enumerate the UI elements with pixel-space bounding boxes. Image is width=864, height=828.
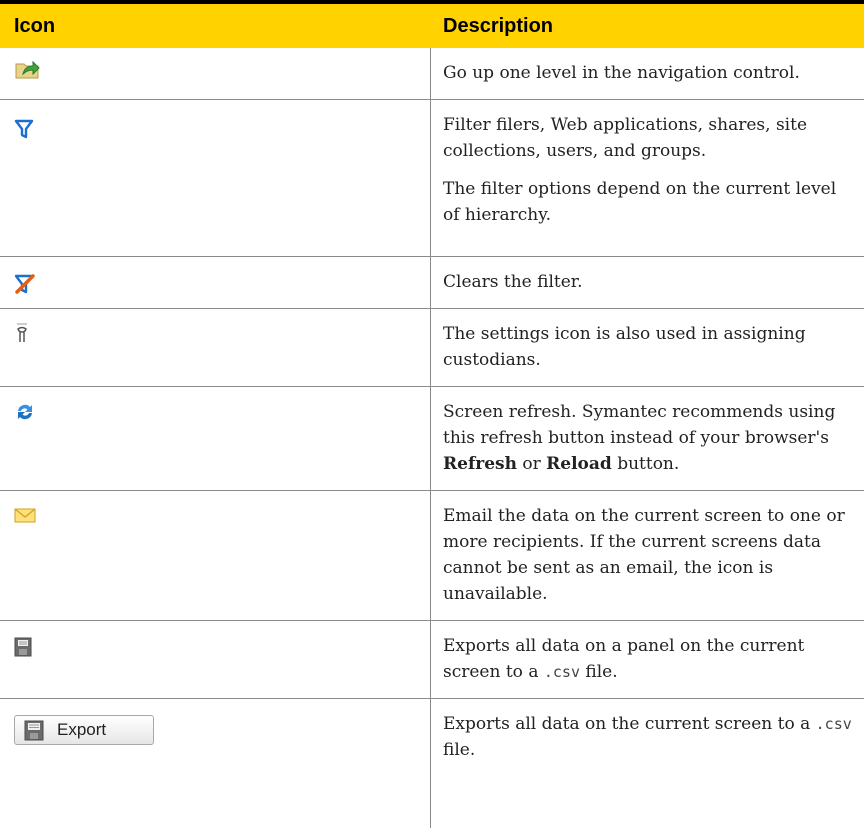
icon-column-header: Icon bbox=[14, 15, 56, 37]
table-row: Filter filers, Web applications, shares,… bbox=[0, 100, 864, 257]
row-description-tail: button. bbox=[611, 454, 680, 474]
table-row: Export Exports all data on the current s… bbox=[0, 699, 864, 777]
table-row: Go up one level in the navigation contro… bbox=[0, 48, 864, 100]
clear-filter-icon bbox=[14, 273, 414, 300]
row-description: Go up one level in the navigation contro… bbox=[443, 63, 800, 83]
refresh-term: Refresh bbox=[443, 454, 517, 474]
export-button[interactable]: Export bbox=[14, 715, 154, 745]
filter-icon bbox=[14, 118, 414, 145]
table-row: Screen refresh. Symantec recommends usin… bbox=[0, 387, 864, 491]
row-description-note: The filter options depend on the current… bbox=[443, 179, 837, 225]
row-description: Filter filers, Web applications, shares,… bbox=[443, 115, 808, 161]
row-description: Exports all data on a panel on the curre… bbox=[443, 636, 805, 682]
settings-icon bbox=[14, 323, 414, 350]
save-icon bbox=[14, 637, 414, 662]
table-header: Icon Description bbox=[0, 4, 864, 48]
row-description-tail: file. bbox=[579, 662, 618, 682]
table-row: Email the data on the current screen to … bbox=[0, 491, 864, 621]
row-description: Clears the filter. bbox=[443, 272, 583, 292]
table-row: Clears the filter. bbox=[0, 257, 864, 309]
row-description: Screen refresh. Symantec recommends usin… bbox=[443, 402, 836, 448]
table-row: Exports all data on a panel on the curre… bbox=[0, 621, 864, 699]
row-description: The settings icon is also used in assign… bbox=[443, 324, 806, 370]
row-description: Exports all data on the current screen t… bbox=[443, 714, 816, 734]
table-row: The settings icon is also used in assign… bbox=[0, 309, 864, 387]
up-level-icon bbox=[14, 58, 414, 85]
description-column-header: Description bbox=[443, 15, 554, 37]
row-description-connector: or bbox=[516, 454, 547, 474]
csv-code: .csv bbox=[815, 715, 852, 733]
export-button-icon bbox=[24, 720, 44, 741]
reload-term: Reload bbox=[546, 454, 612, 474]
export-button-label: Export bbox=[57, 720, 107, 739]
row-description: Email the data on the current screen to … bbox=[443, 506, 845, 604]
csv-code: .csv bbox=[543, 663, 580, 681]
email-icon bbox=[14, 507, 414, 528]
row-description-tail: file. bbox=[443, 740, 476, 760]
refresh-icon bbox=[14, 401, 414, 428]
